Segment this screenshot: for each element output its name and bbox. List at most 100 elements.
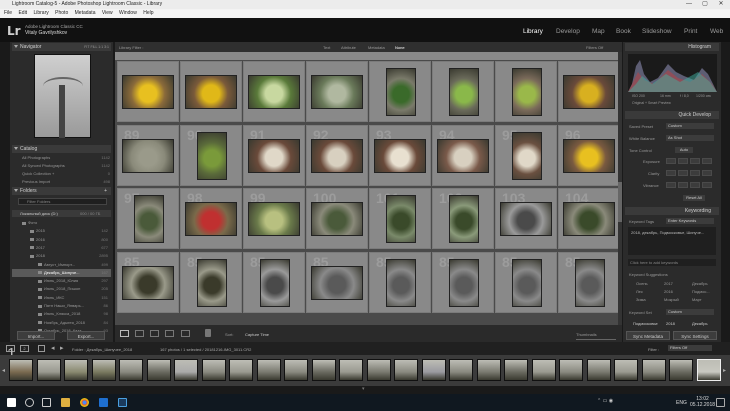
photo-thumbnail[interactable]: [311, 75, 363, 109]
grid-cell[interactable]: 95: [495, 124, 557, 186]
sort-value[interactable]: Capture Time: [245, 332, 269, 337]
stepper-button[interactable]: [666, 170, 676, 176]
filmstrip-source[interactable]: Folder : Декабрь_Шипучее_2018: [72, 347, 132, 352]
folders-filter-input[interactable]: Filter Folders: [18, 198, 107, 205]
photo-thumbnail[interactable]: [386, 195, 416, 243]
photo-thumbnail[interactable]: [122, 138, 174, 173]
photo-thumbnail[interactable]: [374, 138, 426, 173]
photo-thumbnail[interactable]: [512, 258, 542, 307]
stepper-button[interactable]: [702, 158, 712, 164]
stepper-button[interactable]: [678, 170, 688, 176]
close-button[interactable]: ✕: [714, 0, 728, 9]
filmstrip-thumbnail[interactable]: [366, 359, 391, 381]
photo-thumbnail[interactable]: [311, 202, 363, 236]
keyword-tags-textarea[interactable]: 2018, декабрь, Подмосковье, Шипуче...: [628, 227, 716, 255]
module-web[interactable]: Web: [710, 28, 723, 35]
folder-label[interactable]: Июнь_ИКС: [44, 295, 64, 300]
filmstrip-thumbnail[interactable]: [559, 359, 583, 381]
stepper-button[interactable]: [666, 158, 676, 164]
photo-thumbnail[interactable]: [563, 202, 615, 236]
grid-cell[interactable]: [180, 61, 242, 122]
filter-status[interactable]: Filters Off: [586, 45, 603, 50]
stepper-button[interactable]: [678, 158, 688, 164]
photo-thumbnail[interactable]: [185, 202, 237, 236]
filmstrip-thumbnail[interactable]: [174, 359, 198, 381]
filmstrip-thumbnail[interactable]: [421, 359, 446, 381]
folder-label[interactable]: Ноябрь_Адыгея_2018: [44, 320, 85, 325]
filter-tab-text[interactable]: Text: [323, 45, 330, 50]
grid-cell[interactable]: 101: [369, 188, 431, 249]
photo-thumbnail[interactable]: [122, 75, 174, 109]
photo-thumbnail[interactable]: [386, 258, 416, 307]
grid-cell[interactable]: [495, 61, 557, 122]
file-explorer-icon[interactable]: [61, 398, 70, 407]
photo-thumbnail[interactable]: [575, 258, 605, 307]
task-view-icon[interactable]: [42, 398, 51, 407]
folder-label[interactable]: 2017: [36, 245, 45, 250]
keyword-set-select[interactable]: Custom: [666, 309, 714, 315]
outlook-icon[interactable]: [99, 398, 108, 407]
navigator-header[interactable]: Navigator FIT FILL 1:1 3:1: [12, 43, 111, 51]
histogram-header[interactable]: Histogram: [625, 43, 719, 51]
back-arrow-icon[interactable]: ◂: [51, 344, 55, 352]
people-view-icon[interactable]: [181, 330, 190, 337]
filmstrip-thumbnail[interactable]: [229, 359, 253, 381]
filmstrip-right-arrow-icon[interactable]: ▸: [723, 367, 726, 374]
folder-label[interactable]: Июль_2018_Пишон: [44, 286, 80, 291]
export-button[interactable]: Export...: [67, 331, 105, 340]
photo-thumbnail[interactable]: [500, 202, 552, 236]
folder-label[interactable]: Июнь_2018_Юлия: [44, 278, 78, 283]
filter-tab-metadata[interactable]: Metadata: [368, 45, 385, 50]
filmstrip-thumbnail[interactable]: [311, 359, 336, 381]
filter-tab-attribute[interactable]: Attribute: [341, 45, 356, 50]
keyword-tags-select[interactable]: Enter Keywords: [666, 218, 714, 224]
compare-view-icon[interactable]: [150, 330, 159, 337]
quick-develop-header[interactable]: Quick Develop: [625, 111, 719, 119]
grid-cell[interactable]: 85: [432, 251, 494, 313]
photo-thumbnail[interactable]: [386, 68, 416, 116]
catalog-header[interactable]: Catalog: [12, 145, 111, 153]
filmstrip-thumbnail[interactable]: [476, 359, 501, 381]
thumbnail-slider[interactable]: [576, 339, 616, 340]
filmstrip-thumbnail[interactable]: [696, 359, 721, 381]
stepper-button[interactable]: [690, 158, 700, 164]
grid-cell[interactable]: 85: [495, 251, 557, 313]
photo-thumbnail[interactable]: [134, 195, 164, 243]
grid-cell[interactable]: 85: [369, 251, 431, 313]
grid-cell[interactable]: 85: [180, 251, 242, 313]
grid-cell[interactable]: 98: [180, 188, 242, 249]
grid-cell[interactable]: [306, 61, 368, 122]
catalog-item-synced[interactable]: All Synced Photographs: [22, 163, 65, 168]
input-language[interactable]: ENG: [676, 400, 687, 406]
filmstrip-thumbnail[interactable]: [9, 359, 33, 381]
filmstrip-thumbnail[interactable]: [119, 359, 143, 381]
module-slideshow[interactable]: Slideshow: [642, 28, 672, 35]
filmstrip-left-arrow-icon[interactable]: ◂: [2, 367, 5, 374]
filmstrip-thumbnail[interactable]: [394, 359, 418, 381]
grid-cell[interactable]: 103: [495, 188, 557, 249]
keywording-header[interactable]: Keywording: [625, 207, 719, 215]
filmstrip-thumbnail[interactable]: [449, 359, 473, 381]
loupe-view-icon[interactable]: [135, 330, 144, 337]
grid-cell[interactable]: 89: [117, 124, 179, 186]
clock[interactable]: 13:02 05.12.2018: [690, 396, 715, 408]
menu-edit[interactable]: Edit: [18, 10, 27, 16]
module-map[interactable]: Map: [592, 28, 605, 35]
filmstrip-thumbnail[interactable]: [256, 359, 281, 381]
wb-select[interactable]: As Shot: [666, 135, 714, 141]
menu-file[interactable]: File: [4, 10, 12, 16]
folder-label[interactable]: Июль_Клякса_2018: [44, 311, 80, 316]
module-book[interactable]: Book: [616, 28, 631, 35]
tone-auto-button[interactable]: Auto: [675, 147, 693, 153]
menu-window[interactable]: Window: [119, 10, 137, 16]
filmstrip-thumbnail[interactable]: [586, 359, 611, 381]
grid-cell[interactable]: 85: [243, 251, 305, 313]
grid-cell[interactable]: 91: [243, 124, 305, 186]
grid-cell[interactable]: 100: [306, 188, 368, 249]
grid-cell[interactable]: 97: [117, 188, 179, 249]
grid-cell[interactable]: 92: [306, 124, 368, 186]
filmstrip-filter-select[interactable]: Filters Off: [668, 345, 712, 351]
filmstrip-thumbnail[interactable]: [91, 359, 116, 381]
filmstrip-thumbnail[interactable]: [641, 359, 666, 381]
screen-2-icon[interactable]: 2: [20, 345, 29, 352]
